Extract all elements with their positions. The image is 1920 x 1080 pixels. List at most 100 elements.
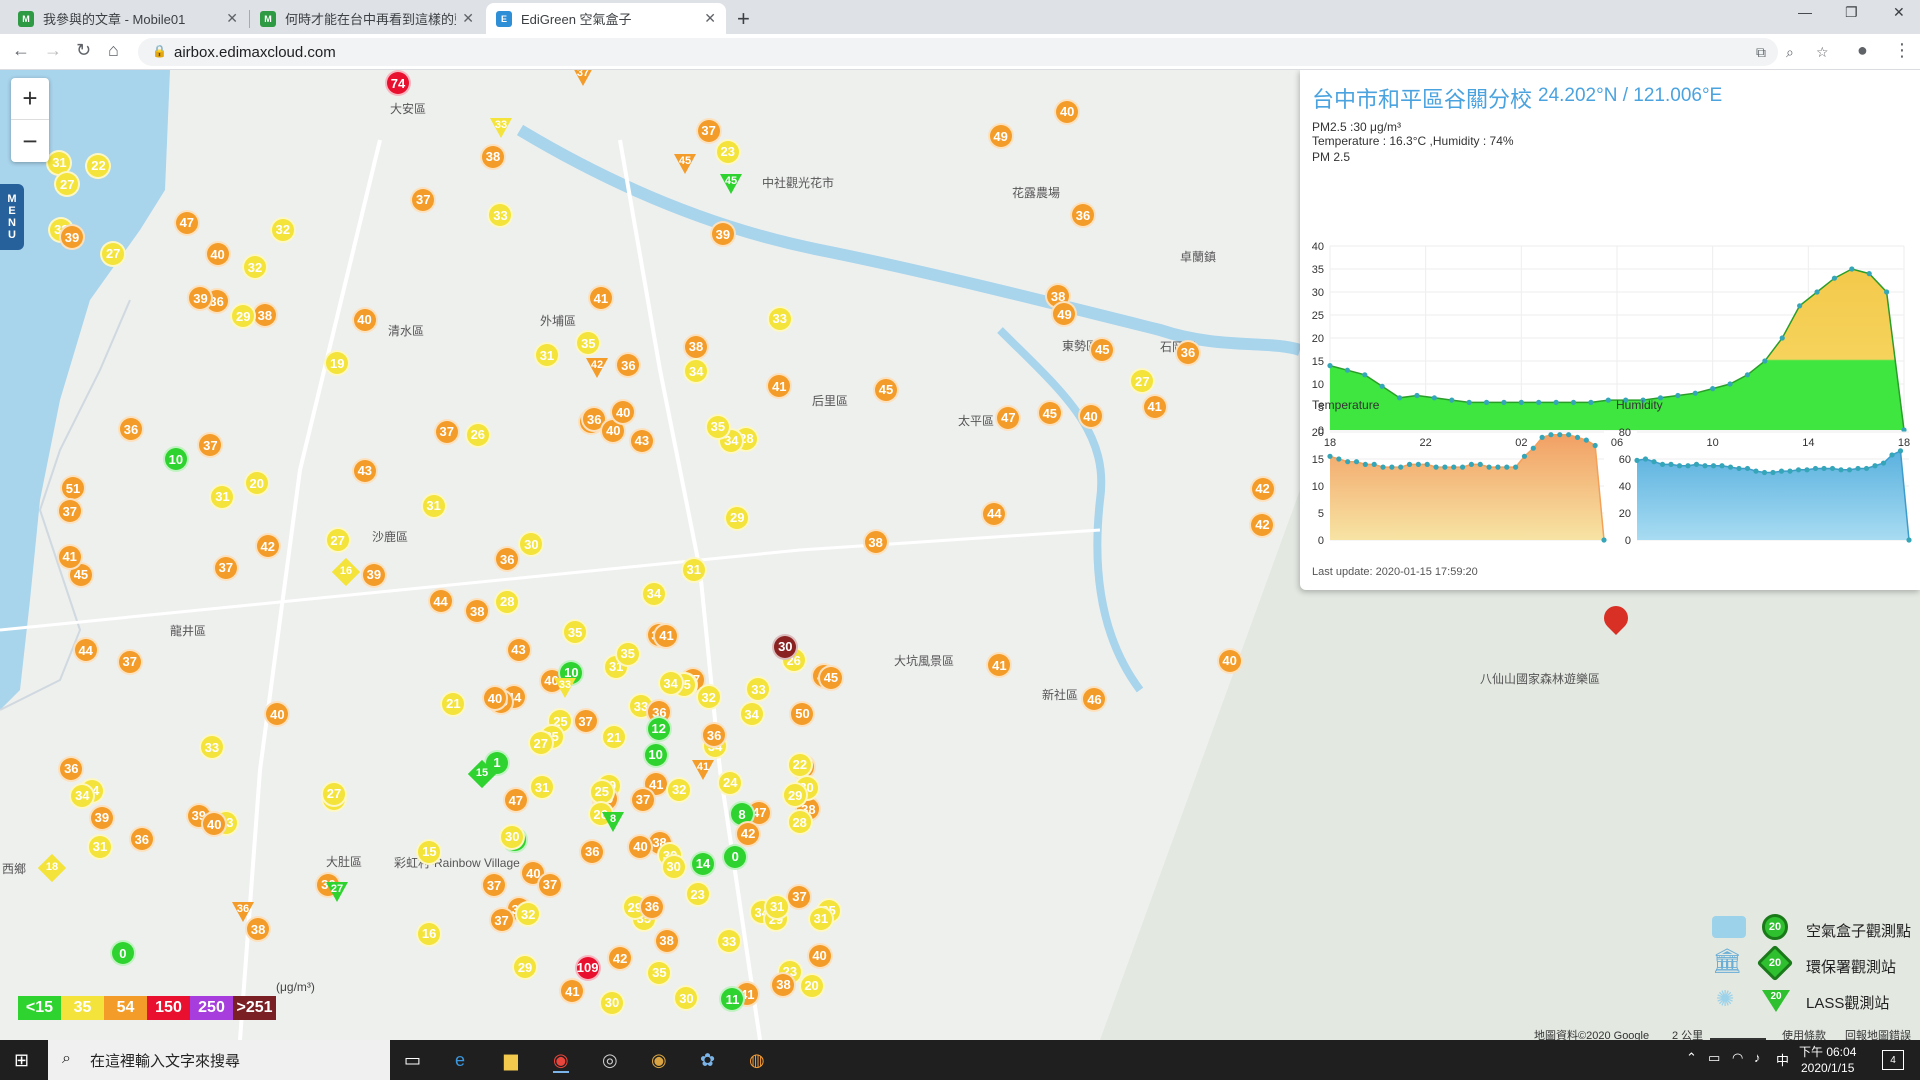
station-marker[interactable]: 37 [572,708,599,735]
station-marker[interactable]: 40 [204,241,231,268]
station-marker[interactable]: 43 [505,636,532,663]
station-marker[interactable]: 26 [464,421,491,448]
volume-icon[interactable]: ♪ [1754,1050,1761,1065]
app-icon[interactable]: ◉ [651,1050,667,1071]
station-marker[interactable]: 32 [269,216,296,243]
station-marker[interactable]: 37 [410,186,437,213]
restore-icon[interactable]: ❐ [1845,4,1858,21]
station-marker[interactable]: 34 [640,580,667,607]
station-marker[interactable]: 44 [427,588,454,615]
station-marker[interactable]: 37 [212,554,239,581]
back-icon[interactable]: ← [12,40,30,61]
station-marker[interactable]: 74 [385,70,411,96]
station-marker[interactable]: 40 [351,306,378,333]
station-marker[interactable]: 28 [786,809,813,836]
station-marker[interactable]: 32 [695,684,722,711]
station-marker[interactable]: 27 [324,527,351,554]
station-marker[interactable]: 36 [1174,339,1201,366]
station-marker[interactable]: 39 [360,561,387,588]
taskbar-search[interactable]: ⌕ 在這裡輸入文字來搜尋 [48,1040,390,1080]
station-marker[interactable]: 50 [789,700,816,727]
station-marker[interactable]: 31 [807,905,834,932]
station-marker[interactable]: 41 [1141,393,1168,420]
bookmark-star-icon[interactable]: ☆ [1816,44,1829,61]
station-marker[interactable]: 42 [254,533,281,560]
ime-indicator[interactable]: 中 [1776,1050,1789,1069]
close-window-icon[interactable]: ✕ [1893,4,1905,21]
station-marker[interactable]: 31 [87,833,114,860]
station-marker[interactable]: 45 [817,664,844,691]
station-marker[interactable]: 39 [88,804,115,831]
station-marker[interactable]: 35 [704,413,731,440]
station-marker[interactable]: 37 [116,648,143,675]
home-icon[interactable]: ⌂ [108,40,119,61]
station-marker[interactable]: 28 [494,588,521,615]
forward-icon[interactable]: → [44,40,62,61]
station-marker[interactable]: 30 [599,989,626,1016]
app-icon[interactable]: ◍ [749,1050,765,1071]
station-marker[interactable]: 24 [717,769,744,796]
station-marker[interactable]: 40 [1054,98,1081,125]
station-marker[interactable]: 27 [527,730,554,757]
minimize-icon[interactable]: — [1798,4,1812,20]
station-marker[interactable]: 37 [629,786,656,813]
station-marker[interactable]: 43 [628,427,655,454]
close-icon[interactable]: ✕ [226,10,238,27]
windows-start-icon[interactable]: ⊞ [14,1050,29,1071]
zoom-icon[interactable]: ⌕ [1786,44,1794,61]
station-marker[interactable]: 23 [714,138,741,165]
station-marker[interactable]: 22 [786,751,813,778]
notification-icon[interactable]: 4 [1882,1050,1904,1070]
browser-tab[interactable]: M 我參與的文章 - Mobile01 ✕ [8,3,248,34]
station-marker[interactable]: 29 [512,954,539,981]
station-marker[interactable]: 38 [683,333,710,360]
station-marker[interactable]: 14 [690,850,717,877]
translate-icon[interactable]: ⧉ [1756,44,1766,61]
station-marker[interactable]: 40 [482,685,509,712]
tray-chevron-icon[interactable]: ⌃ [1686,1050,1697,1066]
station-marker[interactable]: 31 [680,556,707,583]
zoom-out-button[interactable]: − [11,120,49,162]
zoom-in-button[interactable]: + [11,78,49,120]
app-icon[interactable]: ◎ [602,1050,618,1071]
station-marker[interactable]: 44 [72,637,99,664]
station-marker[interactable]: 30 [660,853,687,880]
station-marker[interactable]: 37 [56,498,83,525]
report-error-link[interactable]: 回報地圖錯誤 [1845,1027,1911,1040]
station-marker[interactable]: 36 [58,755,85,782]
station-marker[interactable]: 47 [995,404,1022,431]
battery-icon[interactable]: ▭ [1708,1050,1720,1066]
station-marker[interactable]: 10 [162,446,189,473]
station-marker[interactable]: 31 [420,492,447,519]
station-marker[interactable]: 0 [109,940,136,967]
station-marker[interactable]: 27 [100,240,127,267]
station-marker[interactable]: 0 [722,843,749,870]
station-marker[interactable]: 23 [684,881,711,908]
station-marker[interactable]: 31 [764,893,791,920]
station-marker[interactable]: 10 [642,741,669,768]
station-marker[interactable]: 37 [536,871,563,898]
reload-icon[interactable]: ↻ [76,40,91,61]
station-marker[interactable]: 33 [766,305,793,332]
station-marker[interactable]: 34 [738,701,765,728]
station-marker[interactable]: 27 [320,780,347,807]
station-marker[interactable]: 12 [645,715,672,742]
file-explorer-icon[interactable]: ▆ [504,1050,518,1071]
station-marker[interactable]: 30 [499,823,526,850]
station-marker[interactable]: 38 [862,529,889,556]
station-marker[interactable]: 16 [416,920,443,947]
station-marker[interactable]: 37 [433,418,460,445]
station-marker[interactable]: 35 [614,640,641,667]
station-marker[interactable]: 38 [479,143,506,170]
browser-tab-active[interactable]: E EdiGreen 空氣盒子 ✕ [486,3,726,34]
station-marker[interactable]: 36 [128,826,155,853]
app-icon[interactable]: ✿ [700,1050,715,1071]
station-marker[interactable]: 36 [639,893,666,920]
station-marker[interactable]: 40 [806,942,833,969]
chrome-icon[interactable]: ◉ [553,1050,569,1073]
address-bar[interactable]: 🔒 airbox.edimaxcloud.com ⧉ ⌕ ☆ [138,38,1829,66]
station-marker[interactable]: 47 [173,209,200,236]
station-marker[interactable]: 21 [600,724,627,751]
station-marker[interactable]: 43 [351,457,378,484]
close-icon[interactable]: ✕ [462,10,474,27]
